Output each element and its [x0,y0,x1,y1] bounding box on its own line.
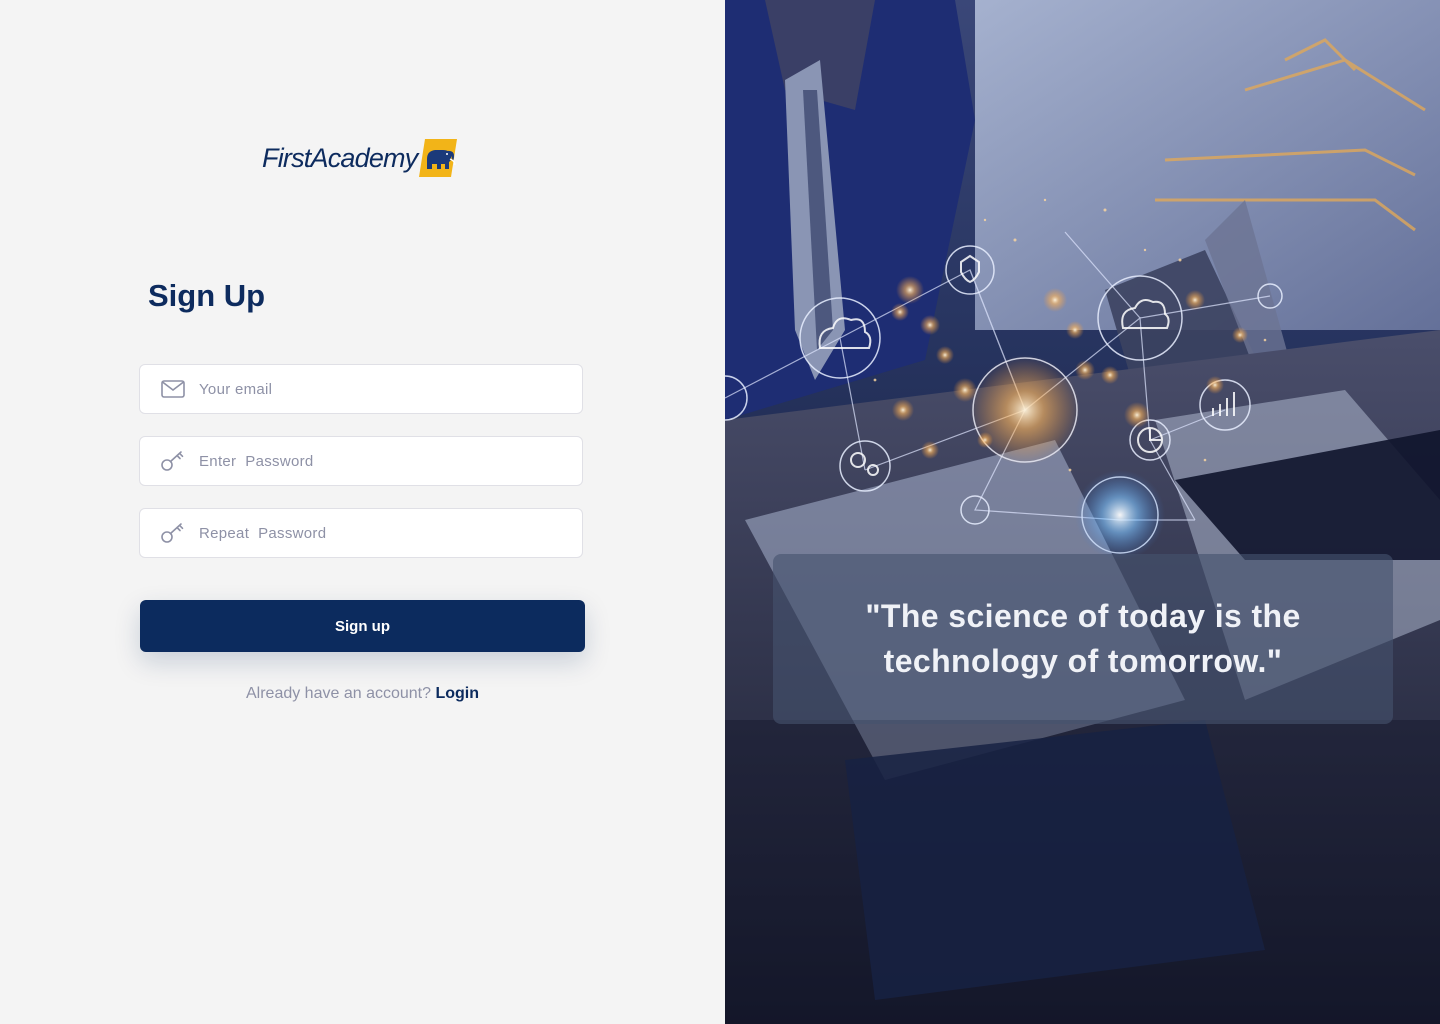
login-link[interactable]: Login [435,685,479,702]
email-field[interactable] [139,364,583,414]
account-prompt-text: Already have an account? [245,685,431,702]
hero-panel: "The science of today is the technology … [725,0,1440,1024]
elephant-icon [419,139,458,177]
email-input[interactable] [199,374,559,404]
brand-name: FirstAcademy [262,142,418,173]
hero-image [725,0,1440,1024]
quote-text: "The science of today is the technology … [865,598,1301,679]
key-icon [160,448,186,474]
brand-logo[interactable]: FirstAcademy [262,138,458,178]
sign-up-button[interactable]: Sign up [140,600,585,652]
signup-page: FirstAcademy Sign Up Your email Sign up … [0,0,1440,1024]
password-field[interactable] [139,436,583,486]
key-icon [160,520,186,546]
quote-card: "The science of today is the technology … [773,554,1393,724]
signup-panel: FirstAcademy Sign Up Your email Sign up … [0,0,725,1024]
repeat-password-input[interactable] [199,518,559,548]
password-input[interactable] [199,446,559,476]
page-title: Sign Up [148,278,266,313]
login-prompt: Already have an account? Login [140,684,585,704]
repeat-password-field[interactable] [139,508,583,558]
envelope-icon [160,376,186,402]
